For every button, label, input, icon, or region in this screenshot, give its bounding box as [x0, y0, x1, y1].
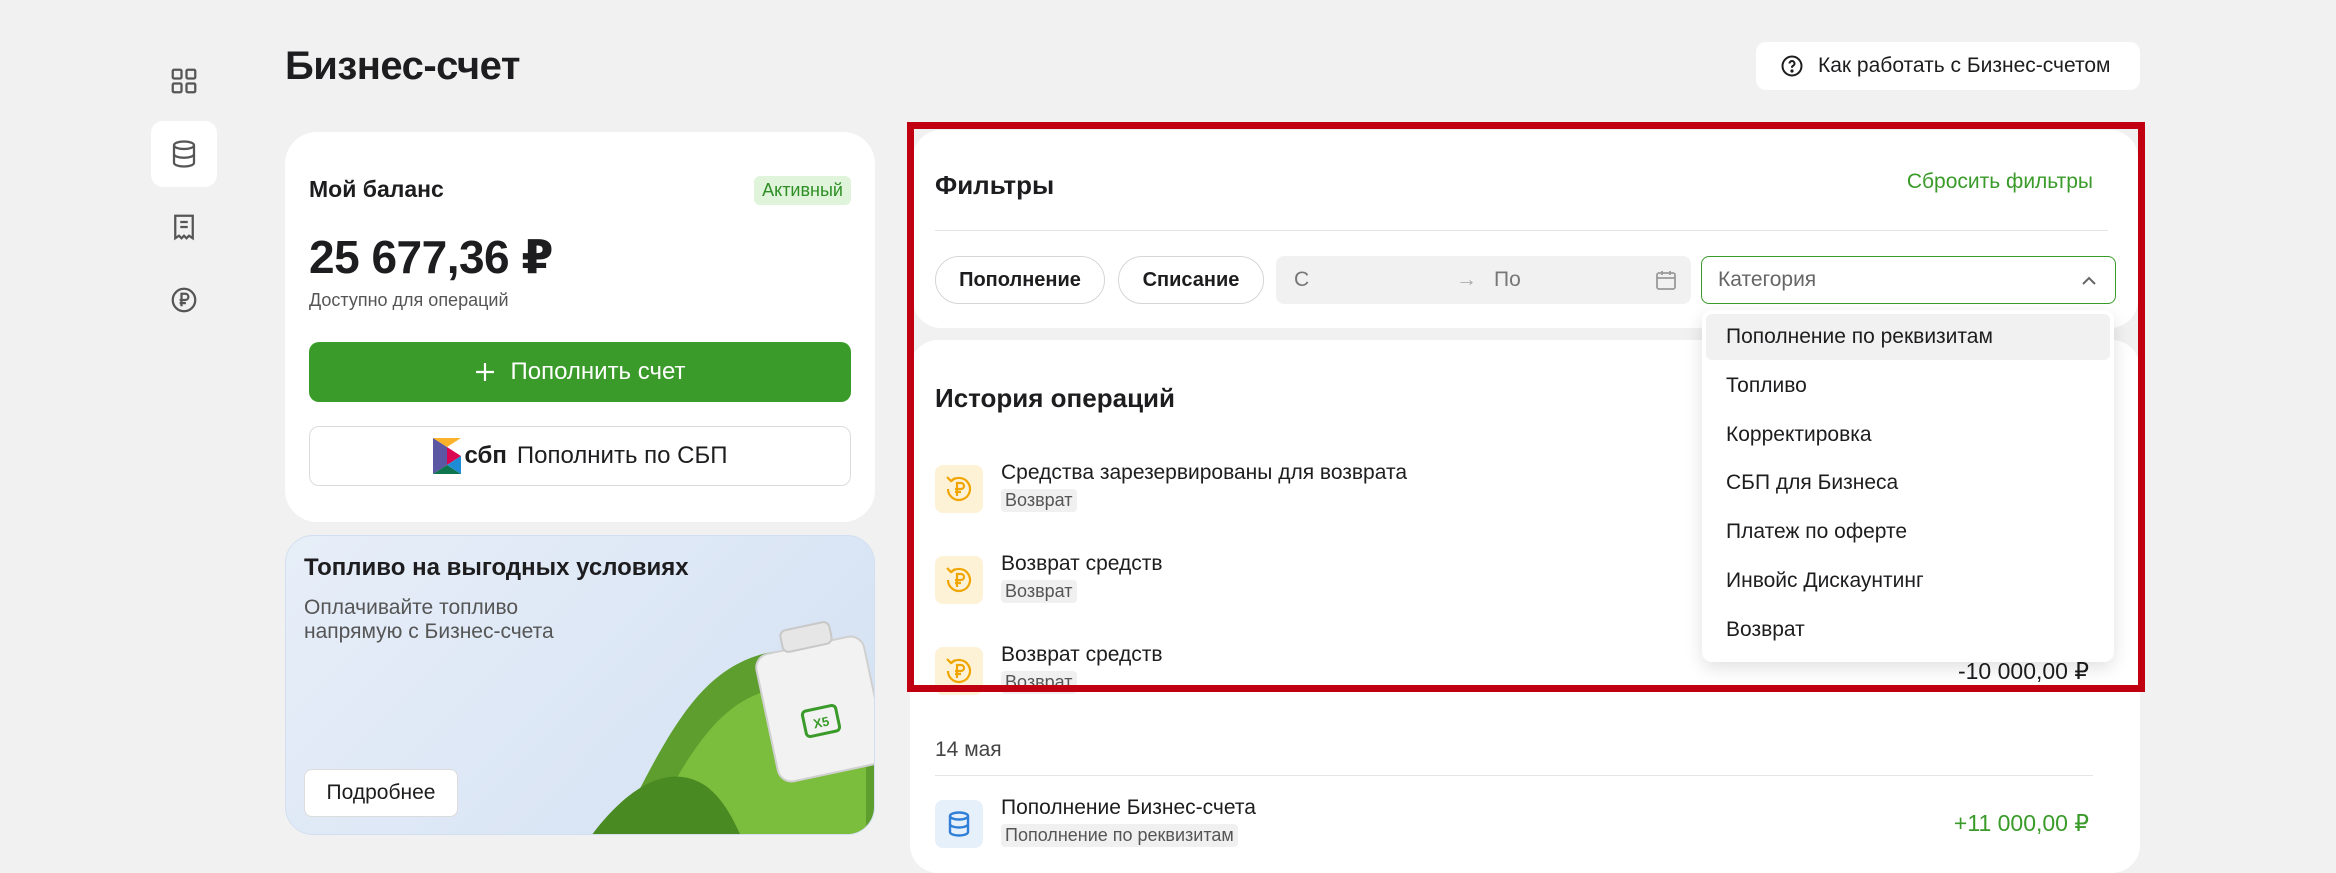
- refund-icon-tile: [935, 647, 983, 695]
- topup-button-label: Пополнить счет: [510, 358, 686, 385]
- filter-chip-topup[interactable]: Пополнение: [935, 256, 1105, 304]
- sidebar-item-dashboard[interactable]: [151, 48, 217, 114]
- date-from-placeholder: С: [1294, 268, 1310, 291]
- dropdown-option[interactable]: Платеж по оферте: [1706, 509, 2110, 555]
- category-select-placeholder: Категория: [1718, 268, 1817, 291]
- divider: [935, 775, 2093, 776]
- operation-tag: Возврат: [1001, 671, 1077, 694]
- database-icon: [948, 811, 970, 837]
- refund-ruble-icon: [946, 567, 972, 593]
- document-icon: [174, 214, 194, 241]
- divider: [935, 230, 2108, 231]
- refund-icon-tile: [935, 465, 983, 513]
- refund-ruble-icon: [946, 658, 972, 684]
- ruble-coin-icon: [171, 287, 197, 313]
- operation-name: Средства зарезервированы для возврата: [1001, 461, 1408, 484]
- status-badge: Активный: [754, 176, 851, 205]
- dashboard-grid-icon: [171, 68, 197, 94]
- sbp-logo: сбп: [432, 438, 507, 474]
- filters-panel: Фильтры Сбросить фильтры Пополнение Спис…: [913, 130, 2138, 328]
- sidebar-item-payments[interactable]: [151, 267, 217, 333]
- topup-icon-tile: [935, 800, 983, 848]
- balance-card: Мой баланс Активный 25 677,36 ₽ Доступно…: [285, 132, 875, 522]
- fuel-promo-card: Топливо на выгодных условиях Оплачивайте…: [285, 535, 875, 835]
- fuel-canister-illustration: X5: [592, 621, 874, 834]
- dropdown-option[interactable]: Топливо: [1706, 363, 2110, 409]
- refund-ruble-icon: [946, 476, 972, 502]
- help-button[interactable]: Как работать с Бизнес-счетом: [1756, 42, 2140, 90]
- topup-account-button[interactable]: Пополнить счет: [309, 342, 851, 402]
- reset-filters-link[interactable]: Сбросить фильтры: [1907, 170, 2093, 194]
- category-select[interactable]: Категория: [1701, 256, 2116, 304]
- calendar-icon[interactable]: [1655, 269, 1677, 291]
- balance-subtitle: Доступно для операций: [309, 290, 509, 310]
- category-dropdown-menu: Пополнение по реквизитам Топливо Коррект…: [1702, 310, 2114, 662]
- operation-amount: +11 000,00 ₽: [1953, 810, 2089, 836]
- topup-sbp-button[interactable]: сбп Пополнить по СБП: [309, 426, 851, 486]
- day-label: 14 мая: [935, 738, 1002, 761]
- dropdown-option[interactable]: Возврат: [1706, 607, 2110, 653]
- sidebar-item-documents[interactable]: [151, 194, 217, 260]
- operation-tag: Возврат: [1001, 489, 1077, 512]
- sbp-logo-icon: [432, 438, 461, 474]
- date-to-placeholder: По: [1494, 268, 1521, 291]
- operation-tag: Пополнение по реквизитам: [1001, 824, 1238, 847]
- history-title: История операций: [935, 383, 1176, 413]
- dropdown-option[interactable]: Инвойс Дискаунтинг: [1706, 558, 2110, 604]
- operation-amount: -10 000,00 ₽: [1957, 658, 2089, 684]
- arrow-right-icon: →: [1456, 268, 1477, 291]
- filters-title: Фильтры: [935, 170, 1055, 200]
- balance-amount: 25 677,36 ₽: [309, 231, 553, 283]
- operation-tag: Возврат: [1001, 580, 1077, 603]
- filter-chip-debit[interactable]: Списание: [1118, 256, 1264, 304]
- plus-icon: [476, 363, 495, 381]
- operation-name: Возврат средств: [1001, 643, 1163, 666]
- sidebar-item-account[interactable]: [151, 121, 217, 187]
- page-title: Бизнес-счет: [285, 44, 520, 88]
- promo-title: Топливо на выгодных условиях: [304, 554, 689, 581]
- database-icon: [172, 140, 196, 168]
- promo-details-button[interactable]: Подробнее: [304, 769, 458, 817]
- question-circle-icon: [1781, 55, 1803, 77]
- dropdown-option[interactable]: Пополнение по реквизитам: [1706, 314, 2110, 360]
- refund-icon-tile: [935, 556, 983, 604]
- dropdown-option[interactable]: СБП для Бизнеса: [1706, 460, 2110, 506]
- date-range-input[interactable]: С → По: [1276, 256, 1691, 304]
- balance-title: Мой баланс: [309, 176, 444, 202]
- operation-name: Пополнение Бизнес-счета: [1001, 796, 1256, 819]
- help-button-label: Как работать с Бизнес-счетом: [1818, 54, 2111, 77]
- sbp-logo-text: сбп: [464, 442, 507, 469]
- operation-name: Возврат средств: [1001, 552, 1163, 575]
- dropdown-option[interactable]: Корректировка: [1706, 412, 2110, 458]
- chevron-up-icon: [2082, 276, 2096, 285]
- sbp-button-label: Пополнить по СБП: [516, 442, 728, 469]
